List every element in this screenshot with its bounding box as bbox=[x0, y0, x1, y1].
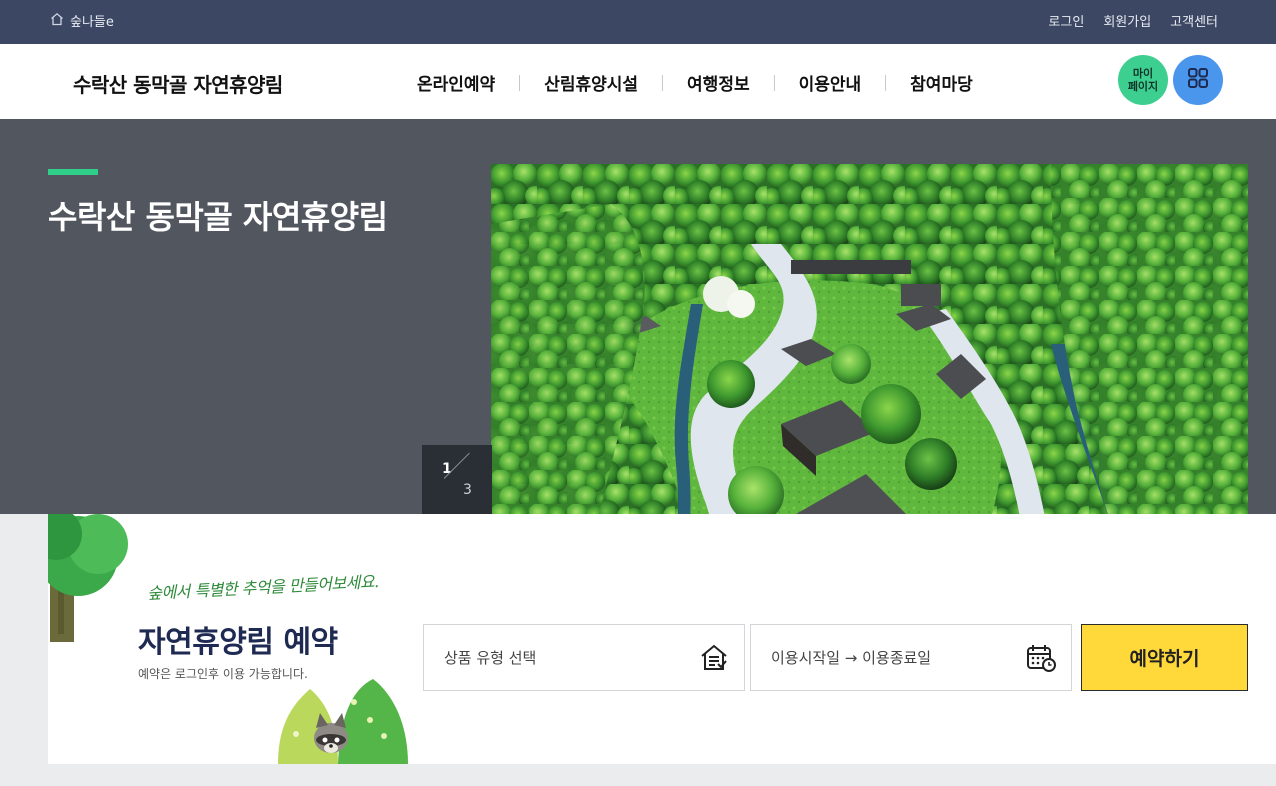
mypage-label-line2: 페이지 bbox=[1127, 80, 1159, 93]
raccoon-illustration bbox=[314, 713, 348, 753]
reservation-illustration: 숲에서 특별한 추억을 만들어보세요. 자연휴양림 예약 예약은 로그인후 이용… bbox=[48, 514, 422, 764]
reserve-button[interactable]: 예약하기 bbox=[1081, 624, 1248, 691]
customer-center-link[interactable]: 고객센터 bbox=[1170, 11, 1218, 30]
top-utility-bar: 숲나들e 로그인 회원가입 고객센터 bbox=[0, 0, 1276, 44]
mypage-button[interactable]: 마이 페이지 bbox=[1118, 55, 1168, 105]
house-list-icon bbox=[698, 642, 730, 678]
home-label: 숲나들e bbox=[70, 15, 114, 30]
product-type-label: 상품 유형 선택 bbox=[444, 649, 537, 667]
login-link[interactable]: 로그인 bbox=[1048, 11, 1084, 30]
hero-accent-bar bbox=[48, 169, 98, 175]
hero-title: 수락산 동막골 자연휴양림 bbox=[48, 198, 388, 236]
product-type-select[interactable]: 상품 유형 선택 bbox=[423, 624, 745, 691]
utility-links: 로그인 회원가입 고객센터 bbox=[1048, 11, 1218, 30]
reservation-note: 예약은 로그인후 이용 가능합니다. bbox=[138, 667, 308, 681]
nav-forest-facilities[interactable]: 산림휴양시설 bbox=[520, 70, 662, 95]
site-title[interactable]: 수락산 동막골 자연휴양림 bbox=[73, 69, 283, 98]
slide-total: 3 bbox=[463, 482, 472, 498]
home-link[interactable]: 숲나들e bbox=[50, 11, 114, 30]
home-icon bbox=[50, 12, 64, 30]
nav-travel-info[interactable]: 여행정보 bbox=[663, 70, 774, 95]
calendar-clock-icon bbox=[1025, 642, 1057, 678]
reservation-panel: 숲에서 특별한 추억을 만들어보세요. 자연휴양림 예약 예약은 로그인후 이용… bbox=[48, 514, 1276, 764]
signup-link[interactable]: 회원가입 bbox=[1103, 11, 1151, 30]
all-menu-button[interactable] bbox=[1173, 55, 1223, 105]
nav-usage-guide[interactable]: 이용안내 bbox=[775, 70, 886, 95]
nav-online-reservation[interactable]: 온라인예약 bbox=[400, 70, 519, 95]
date-range-picker[interactable]: 이용시작일 → 이용종료일 bbox=[750, 624, 1072, 691]
mypage-label-line1: 마이 bbox=[1132, 67, 1154, 80]
grid-menu-icon bbox=[1187, 67, 1209, 93]
date-range-label: 이용시작일 → 이용종료일 bbox=[771, 649, 932, 667]
reservation-title: 자연휴양림 예약 bbox=[138, 625, 338, 660]
nav-community[interactable]: 참여마당 bbox=[886, 70, 997, 95]
main-nav: 온라인예약 산림휴양시설 여행정보 이용안내 참여마당 bbox=[400, 70, 997, 95]
site-header: 수락산 동막골 자연휴양림 온라인예약 산림휴양시설 여행정보 이용안내 참여마… bbox=[0, 44, 1276, 119]
slide-counter: 1 3 bbox=[422, 445, 492, 515]
